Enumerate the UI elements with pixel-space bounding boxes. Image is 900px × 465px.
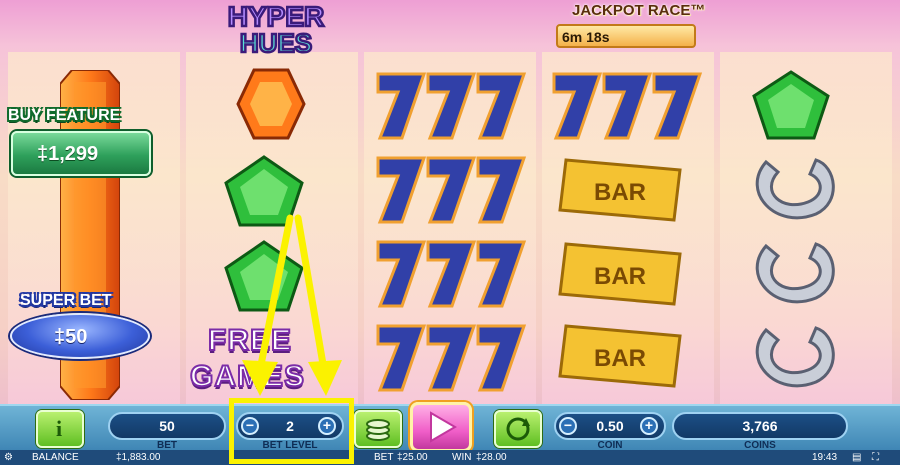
horseshoe-icon [755, 158, 835, 220]
coin-minus-button[interactable]: − [559, 417, 577, 435]
status-bar: ⚙ BALANCE ‡1,883.00 BET ‡25.00 WIN ‡28.0… [0, 450, 900, 465]
play-icon [430, 411, 457, 443]
bar-text: BAR [594, 263, 646, 290]
bar-symbol-icon: BAR [558, 242, 682, 306]
seven-symbol-icon [376, 240, 527, 308]
bar-symbol-icon: BAR [558, 324, 682, 388]
clock-time: 19:43 [812, 452, 838, 463]
super-bet-button[interactable]: ‡50 [10, 313, 150, 359]
bar-text: BAR [594, 179, 646, 206]
status-win-label: WIN [452, 452, 472, 463]
coin-plus-button[interactable]: + [640, 417, 658, 435]
jackpot-race-timer-bar: 6m 18s [556, 24, 696, 48]
green-gem-icon [752, 70, 830, 140]
status-bet-value: ‡25.00 [397, 452, 428, 463]
super-bet-price: ‡50 [54, 326, 88, 348]
bet-value: 50 [159, 418, 175, 434]
highlight-box-bet-level [229, 398, 354, 464]
buy-feature-title: BUY FEATURE [8, 107, 121, 124]
status-bet-label: BET [374, 452, 394, 463]
bar-text: BAR [594, 345, 646, 372]
fullscreen-icon[interactable]: ⛶ [872, 452, 879, 463]
seven-symbol-icon [376, 156, 527, 224]
settings-gear-icon[interactable]: ⚙ [4, 452, 13, 463]
coin-value: 0.50 [596, 418, 624, 434]
super-bet-title: SUPER BET [20, 292, 112, 309]
hyper-hues-logo: HYPER HUES [227, 0, 326, 56]
refresh-icon [506, 417, 530, 441]
jackpot-race-title: JACKPOT RACE™ [572, 2, 706, 19]
bar-symbol-icon: BAR [558, 158, 682, 222]
status-win-value: ‡28.00 [476, 452, 507, 463]
orange-gem-icon [236, 68, 306, 140]
jackpot-race-timer: 6m 18s [562, 29, 610, 45]
logo-line-2: HUES [240, 28, 312, 56]
autoplay-coins-button[interactable] [354, 410, 402, 448]
balance-value: ‡1,883.00 [116, 452, 161, 463]
horseshoe-icon [755, 242, 835, 304]
settings-icon[interactable]: ▤ [852, 452, 861, 463]
coins-display: 3,766 [672, 412, 848, 440]
spin-button[interactable] [410, 402, 472, 452]
coin-stack-icon [366, 419, 390, 441]
horseshoe-icon [755, 326, 835, 388]
auto-spin-button[interactable] [494, 410, 542, 448]
seven-symbol-icon [552, 72, 703, 140]
balance-label: BALANCE [32, 452, 79, 463]
info-button[interactable]: i [36, 410, 84, 448]
buy-feature-button[interactable]: ‡1,299 [11, 131, 151, 176]
annotation-arrows [242, 214, 342, 396]
game-stage: HYPER HUES JACKPOT RACE™ 6m 18s FREE GAM… [0, 0, 900, 465]
seven-symbol-icon [376, 324, 527, 392]
buy-feature-price: ‡1,299 [37, 143, 99, 165]
info-icon: i [56, 416, 63, 441]
seven-symbol-icon [376, 72, 527, 140]
bet-display: 50 [108, 412, 226, 440]
coins-value: 3,766 [742, 418, 778, 434]
